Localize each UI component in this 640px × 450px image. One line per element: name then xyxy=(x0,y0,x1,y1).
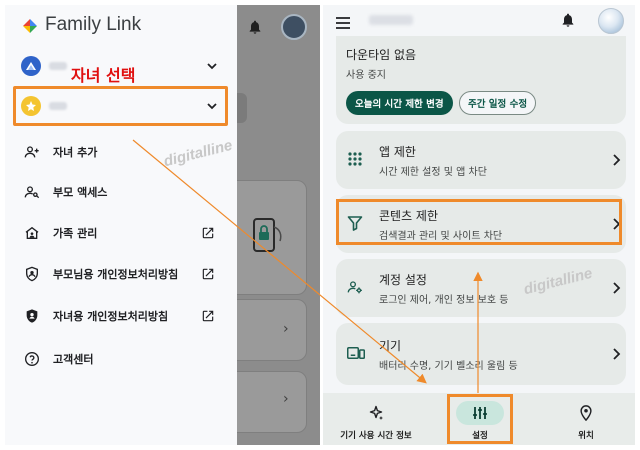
parent-access-icon xyxy=(23,183,41,201)
edit-weekly-schedule-button[interactable]: 주간 일정 수정 xyxy=(459,91,537,115)
downtime-status: 사용 중지 xyxy=(346,70,386,81)
dimmed-card-device xyxy=(227,180,307,295)
sparkle-icon xyxy=(352,401,400,425)
child-select-highlight xyxy=(13,86,228,126)
menu-item-child-privacy[interactable]: 자녀용 개인정보처리방침 xyxy=(23,305,223,327)
hamburger-menu-icon[interactable] xyxy=(335,15,351,34)
chevron-down-icon[interactable] xyxy=(205,58,219,77)
open-in-new-icon xyxy=(201,308,215,327)
notification-bell-icon[interactable] xyxy=(560,12,576,32)
account-settings-icon xyxy=(347,279,365,297)
nav-location[interactable]: 위치 xyxy=(541,393,631,445)
settings-devices[interactable]: 기기 배터리 수명, 기기 벨소리 울림 등 xyxy=(336,323,626,385)
privacy-shield-icon xyxy=(23,265,41,283)
nav-screen-time[interactable]: 기기 사용 시간 정보 xyxy=(331,393,421,445)
change-today-limit-button[interactable]: 오늘의 시간 제한 변경 xyxy=(346,91,453,115)
avatar[interactable] xyxy=(281,14,307,40)
child-privacy-icon xyxy=(23,307,41,325)
avatar[interactable] xyxy=(598,8,624,34)
open-in-new-icon xyxy=(201,225,215,244)
devices-icon xyxy=(347,345,365,363)
blurred-account-name xyxy=(49,62,67,70)
menu-item-parent-privacy[interactable]: 부모님용 개인정보처리방침 xyxy=(23,263,223,285)
family-home-icon xyxy=(23,224,41,242)
left-screenshot: › › Family Link 자녀 선택 자녀 추가 부모 액세스 가족 관리… xyxy=(5,5,320,445)
settings-tab-highlight xyxy=(447,394,513,444)
chevron-right-icon xyxy=(611,152,621,166)
notification-bell-icon xyxy=(247,19,263,39)
location-icon xyxy=(562,401,610,425)
dimmed-card-row-2 xyxy=(227,371,307,433)
downtime-title: 다운타임 없음 xyxy=(346,48,417,62)
chevron-right-icon: › xyxy=(283,391,289,407)
dimmed-background[interactable]: › › xyxy=(227,5,320,445)
app-title: Family Link xyxy=(45,14,142,35)
chevron-right-icon xyxy=(611,346,621,360)
chevron-right-icon: › xyxy=(283,321,289,337)
dimmed-tab-edge xyxy=(237,93,247,123)
brand: Family Link xyxy=(23,14,141,36)
open-in-new-icon xyxy=(201,266,215,285)
dimmed-card-row-1 xyxy=(227,299,307,361)
settings-app-limits[interactable]: 앱 제한 시간 제한 설정 및 앱 차단 xyxy=(336,131,626,189)
menu-item-parent-access[interactable]: 부모 액세스 xyxy=(23,181,223,203)
chevron-right-icon xyxy=(611,280,621,294)
add-person-icon xyxy=(23,143,41,161)
apps-grid-icon xyxy=(347,151,365,169)
phone-lock-icon xyxy=(253,218,282,252)
menu-item-help-center[interactable]: 고객센터 xyxy=(23,348,223,370)
menu-item-family-manage[interactable]: 가족 관리 xyxy=(23,222,223,244)
top-app-bar xyxy=(323,5,635,39)
right-screenshot: 다운타임 없음 사용 중지 오늘의 시간 제한 변경 주간 일정 수정 앱 제한… xyxy=(323,5,635,445)
content-restriction-highlight xyxy=(336,199,622,245)
parent-avatar-icon xyxy=(21,56,41,76)
help-icon xyxy=(23,350,41,368)
navigation-drawer: Family Link 자녀 선택 자녀 추가 부모 액세스 가족 관리 부모님… xyxy=(5,5,237,445)
family-link-logo-icon xyxy=(23,18,37,33)
annotation-select-child: 자녀 선택 xyxy=(71,66,136,85)
blurred-child-name xyxy=(369,15,413,25)
